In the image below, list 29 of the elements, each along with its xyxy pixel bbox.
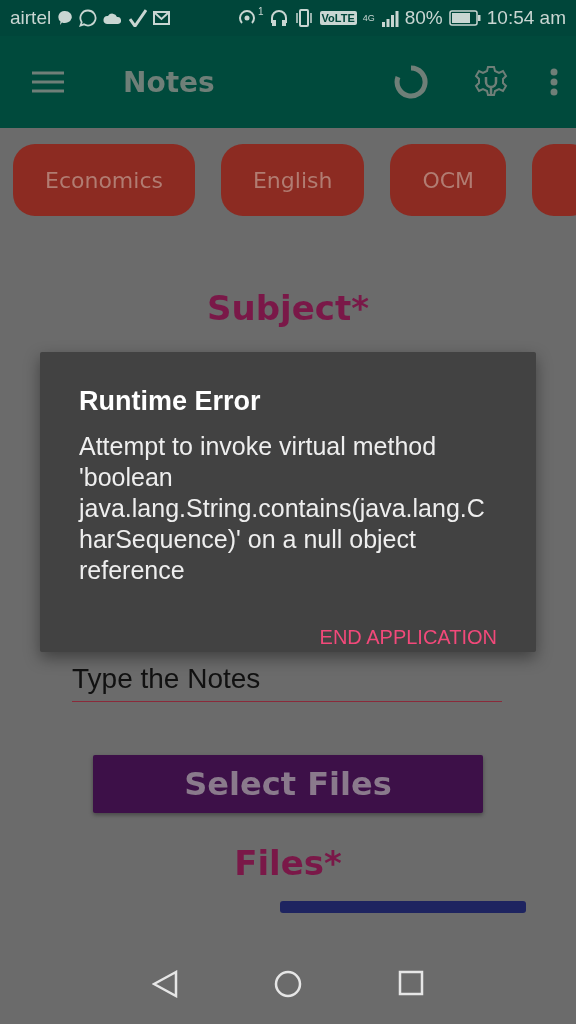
chat-bubble-icon (57, 10, 74, 26)
check-icon (129, 9, 148, 27)
clock: 10:54 am (486, 7, 566, 29)
vibrate-icon (293, 8, 314, 28)
dialog-message: Attempt to invoke virtual method 'boolean java.lang.String.contains(java.lang.CharSequence)' on a null object reference (79, 431, 486, 586)
files-heading: Files* (233, 843, 343, 883)
subject-chip[interactable]: English (220, 144, 365, 216)
select-files-button[interactable]: Select Files (93, 755, 483, 813)
battery-percent: 80% (404, 7, 443, 29)
carrier-name: airtel (10, 7, 52, 29)
subject-chip[interactable] (532, 144, 576, 216)
back-button[interactable] (152, 970, 178, 998)
recents-button[interactable] (398, 970, 424, 996)
battery-icon (448, 10, 481, 26)
signal-icon (380, 9, 399, 27)
hotspot-count: 1 (257, 6, 264, 17)
notes-input-field[interactable]: Type the Notes (72, 663, 502, 702)
volte-badge: VoLTE (319, 11, 357, 25)
mail-icon (153, 11, 171, 25)
app-title: Notes (123, 65, 216, 99)
cloud-icon (103, 12, 124, 24)
end-application-button[interactable]: END APPLICATION (319, 622, 497, 653)
home-button[interactable] (274, 970, 302, 998)
network-type: 4G (362, 13, 375, 23)
headphones-icon (269, 9, 288, 27)
subject-heading: Subject* (206, 288, 370, 328)
subject-chip[interactable]: Economics (13, 144, 195, 216)
subject-chip[interactable]: OCM (390, 144, 507, 216)
dialog-title: Runtime Error (79, 386, 262, 417)
